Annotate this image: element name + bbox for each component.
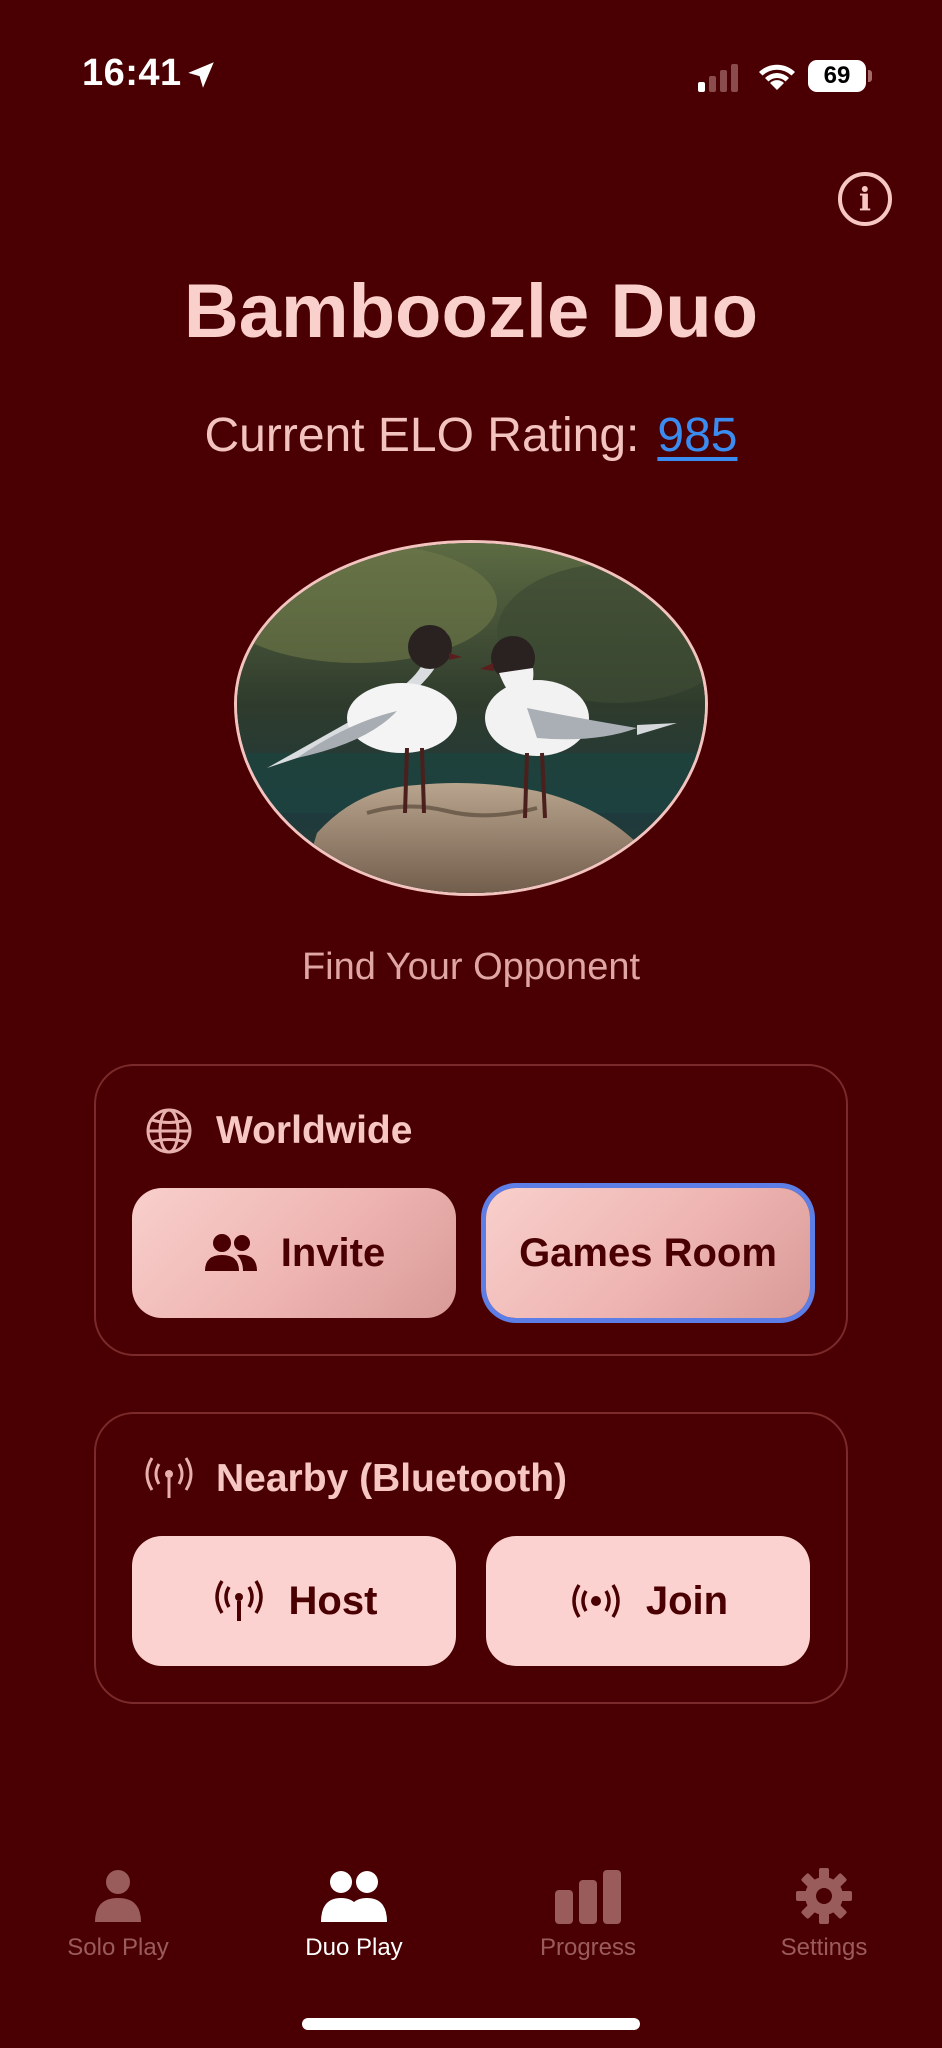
games-room-button[interactable]: Games Room	[486, 1188, 810, 1318]
worldwide-heading: Worldwide	[216, 1109, 413, 1152]
battery-level: 69	[808, 60, 866, 92]
person-icon	[95, 1870, 141, 1922]
host-button[interactable]: Host	[132, 1536, 456, 1666]
nearby-heading: Nearby (Bluetooth)	[216, 1457, 567, 1500]
games-room-label: Games Room	[519, 1230, 777, 1275]
find-opponent-label: Find Your Opponent	[301, 946, 641, 988]
antenna-icon	[145, 1457, 193, 1498]
status-time: 16:41	[82, 52, 182, 94]
app-title: Bamboozle Duo	[183, 269, 759, 354]
host-label: Host	[288, 1578, 378, 1623]
tab-duo-play[interactable]: Duo Play	[254, 1868, 454, 1962]
birds-photo	[234, 540, 708, 896]
info-icon: i	[858, 180, 872, 218]
nearby-header: Nearby (Bluetooth)	[144, 1454, 567, 1504]
tab-solo-play[interactable]: Solo Play	[18, 1868, 218, 1962]
app-screen: 16:41 69 i Bamboozle Duo Current ELO Rat…	[0, 0, 942, 2048]
nearby-card: Nearby (Bluetooth) Host Join	[94, 1412, 848, 1704]
globe-icon	[146, 1108, 192, 1154]
elo-value-link[interactable]: 985	[657, 409, 737, 462]
tab-progress[interactable]: Progress	[488, 1868, 688, 1962]
worldwide-card: Worldwide Invite Games Room	[94, 1064, 848, 1356]
info-button[interactable]: i	[838, 172, 892, 226]
birds-illustration	[237, 543, 705, 893]
battery-indicator: 69	[808, 60, 872, 92]
two-people-icon	[204, 1234, 257, 1271]
tab-settings-label: Settings	[780, 1934, 868, 1961]
cellular-signal-icon	[698, 64, 738, 92]
tab-settings[interactable]: Settings	[724, 1868, 924, 1962]
battery-cap	[868, 70, 872, 82]
broadcast-icon	[572, 1584, 620, 1618]
location-arrow-icon	[188, 62, 214, 88]
home-indicator	[302, 2018, 640, 2030]
join-label: Join	[645, 1578, 729, 1623]
join-button[interactable]: Join	[486, 1536, 810, 1666]
bar-chart-icon	[555, 1870, 621, 1924]
tab-duo-play-label: Duo Play	[305, 1934, 403, 1961]
invite-button[interactable]: Invite	[132, 1188, 456, 1318]
elo-rating-row: Current ELO Rating: 985	[0, 408, 942, 463]
antenna-icon	[214, 1580, 263, 1621]
wifi-icon	[759, 64, 795, 90]
gear-icon	[796, 1868, 852, 1924]
elo-label: Current ELO Rating:	[204, 409, 640, 462]
two-people-icon	[321, 1871, 387, 1922]
invite-label: Invite	[280, 1230, 386, 1275]
worldwide-header: Worldwide	[144, 1106, 412, 1156]
tab-solo-play-label: Solo Play	[67, 1934, 169, 1961]
tab-progress-label: Progress	[539, 1934, 637, 1961]
